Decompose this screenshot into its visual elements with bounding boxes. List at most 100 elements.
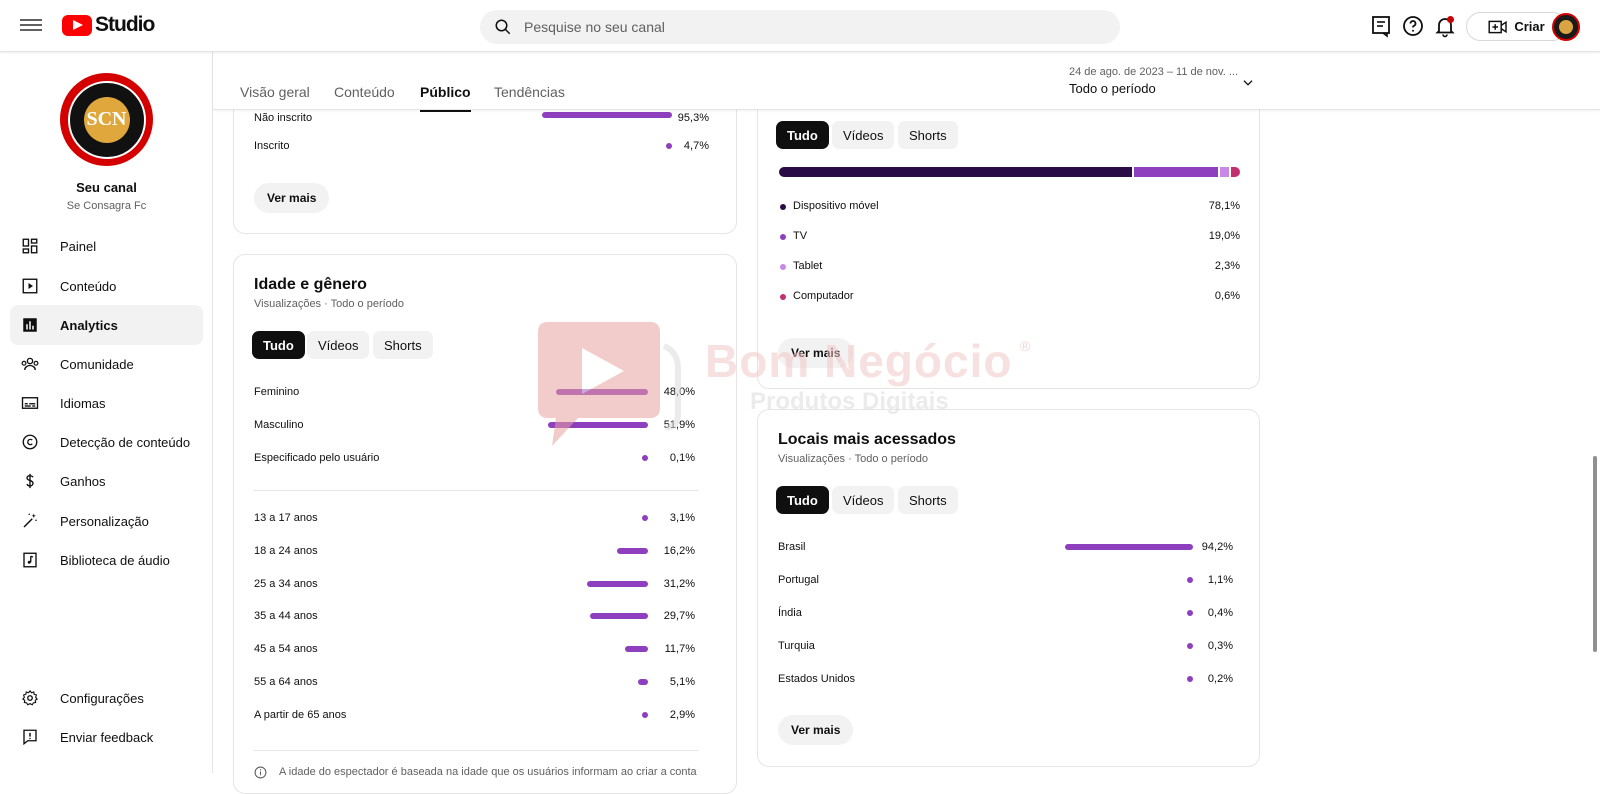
sidebar-item-conteudo[interactable]: Conteúdo xyxy=(10,266,203,306)
date-range-text[interactable]: 24 de ago. de 2023 – 11 de nov. ... xyxy=(1069,66,1238,78)
chip-shorts[interactable]: Shorts xyxy=(898,486,958,514)
age-value: 11,7% xyxy=(664,643,695,655)
row-value: 95,3% xyxy=(677,112,709,124)
bar-nao-inscrito xyxy=(542,112,672,118)
chip-tudo[interactable]: Tudo xyxy=(252,331,305,359)
channel-avatar[interactable]: SCN xyxy=(60,73,153,166)
location-value: 0,4% xyxy=(1207,607,1233,619)
age-value: 31,2% xyxy=(663,578,695,590)
row-label: Inscrito xyxy=(254,140,290,152)
sidebar-item-personalizacao[interactable]: Personalização xyxy=(10,501,203,541)
sidebar-item-label: Conteúdo xyxy=(60,278,117,294)
sidebar-item-analytics[interactable]: Analytics xyxy=(10,305,203,345)
card-title: Locais mais acessados xyxy=(778,431,956,448)
age-label: 13 a 17 anos xyxy=(254,512,318,524)
sidebar-item-biblioteca[interactable]: Biblioteca de áudio xyxy=(10,540,203,580)
search-box[interactable] xyxy=(480,10,1120,44)
legend-dot-computer xyxy=(780,294,786,300)
tab-tendencias[interactable]: Tendências xyxy=(494,84,565,100)
chip-shorts[interactable]: Shorts xyxy=(373,331,433,359)
notifications-icon[interactable] xyxy=(1433,14,1457,38)
segment-tv xyxy=(1134,167,1221,177)
card-subtitle: Visualizações · Todo o período xyxy=(254,298,405,310)
scrollbar[interactable] xyxy=(1590,52,1600,773)
legend-dot-tablet xyxy=(780,264,786,270)
sidebar-item-label: Detecção de conteúdo xyxy=(60,434,191,450)
device-label: Dispositivo móvel xyxy=(793,200,879,212)
copyright-icon xyxy=(20,432,40,452)
location-label: Estados Unidos xyxy=(778,673,856,685)
gender-label: Feminino xyxy=(254,386,300,398)
device-value: 2,3% xyxy=(1214,260,1240,272)
create-video-icon xyxy=(1488,20,1508,33)
sidebar: SCN Seu canal Se Consagra Fc Painel Cont… xyxy=(0,52,213,773)
sidebar-item-configuracoes[interactable]: Configurações xyxy=(10,678,203,718)
studio-logo[interactable]: Studio xyxy=(62,13,155,37)
age-value: 5,1% xyxy=(669,676,695,688)
tab-conteudo[interactable]: Conteúdo xyxy=(334,84,395,100)
subtitles-icon xyxy=(20,393,40,413)
device-label: Tablet xyxy=(793,260,823,272)
sidebar-item-ganhos[interactable]: Ganhos xyxy=(10,461,203,501)
age-footnote: A idade do espectador é baseada na idade… xyxy=(279,766,697,778)
youtube-logo-icon xyxy=(62,14,92,36)
gender-value: 51,9% xyxy=(663,419,695,431)
device-type-card: Tudo Vídeos Shorts Dispositivo móvel 78,… xyxy=(757,80,1260,389)
age-label: 18 a 24 anos xyxy=(254,545,318,557)
sidebar-item-painel[interactable]: Painel xyxy=(10,226,203,266)
bar-age-18-24 xyxy=(617,548,648,554)
chip-shorts[interactable]: Shorts xyxy=(898,121,958,149)
see-more-button[interactable]: Ver mais xyxy=(254,183,330,213)
search-input[interactable] xyxy=(524,19,1084,35)
sidebar-item-deteccao[interactable]: Detecção de conteúdo xyxy=(10,422,203,462)
chevron-down-icon[interactable] xyxy=(1241,76,1255,90)
location-value: 94,2% xyxy=(1201,541,1233,553)
location-label: Índia xyxy=(778,607,802,619)
top-locations-card: Locais mais acessados Visualizações · To… xyxy=(757,409,1260,767)
period-selector[interactable]: Todo o período xyxy=(1069,81,1156,96)
bar-brasil xyxy=(1065,544,1193,550)
device-label: TV xyxy=(793,230,808,242)
divider xyxy=(254,490,698,491)
segment-tablet xyxy=(1220,167,1231,177)
chip-videos[interactable]: Vídeos xyxy=(832,486,895,514)
scrollbar-thumb[interactable] xyxy=(1593,456,1597,652)
account-avatar[interactable] xyxy=(1552,13,1580,41)
tab-publico[interactable]: Público xyxy=(420,84,471,112)
age-value: 16,2% xyxy=(663,545,695,557)
sidebar-item-label: Enviar feedback xyxy=(60,729,154,745)
chip-videos[interactable]: Vídeos xyxy=(832,121,895,149)
feedback-report-icon[interactable] xyxy=(1369,14,1393,38)
logo-text: Studio xyxy=(95,13,155,36)
sidebar-item-idiomas[interactable]: Idiomas xyxy=(10,383,203,423)
channel-name: Seu canal xyxy=(76,180,137,195)
sidebar-item-label: Biblioteca de áudio xyxy=(60,552,170,568)
chip-tudo[interactable]: Tudo xyxy=(776,486,829,514)
location-label: Turquia xyxy=(778,640,815,652)
location-value: 1,1% xyxy=(1207,574,1233,586)
gear-icon xyxy=(20,688,40,708)
analytics-tabbar: Visão geral Conteúdo Público Tendências … xyxy=(213,52,1600,112)
tab-visao-geral[interactable]: Visão geral xyxy=(240,84,310,100)
help-icon[interactable] xyxy=(1401,14,1425,38)
menu-icon[interactable] xyxy=(20,16,42,36)
location-value: 0,2% xyxy=(1207,673,1233,685)
create-label: Criar xyxy=(1514,19,1545,34)
sidebar-item-label: Configurações xyxy=(60,690,144,706)
segment-mobile xyxy=(779,167,1135,177)
age-value: 29,7% xyxy=(663,610,695,622)
feedback-icon xyxy=(20,727,40,747)
age-gender-card: Idade e gênero Visualizações · Todo o pe… xyxy=(233,254,737,794)
gender-label: Especificado pelo usuário xyxy=(254,452,380,464)
content-icon xyxy=(20,276,40,296)
device-label: Computador xyxy=(793,290,854,302)
community-icon xyxy=(20,354,40,374)
sidebar-item-comunidade[interactable]: Comunidade xyxy=(10,344,203,384)
chip-videos[interactable]: Vídeos xyxy=(307,331,370,359)
bar-age-35-44 xyxy=(590,613,648,619)
sidebar-item-feedback[interactable]: Enviar feedback xyxy=(10,717,203,757)
see-more-button[interactable]: Ver mais xyxy=(778,715,854,745)
device-value: 19,0% xyxy=(1208,230,1240,242)
see-more-button[interactable]: Ver mais xyxy=(778,338,854,368)
chip-tudo[interactable]: Tudo xyxy=(776,121,829,149)
